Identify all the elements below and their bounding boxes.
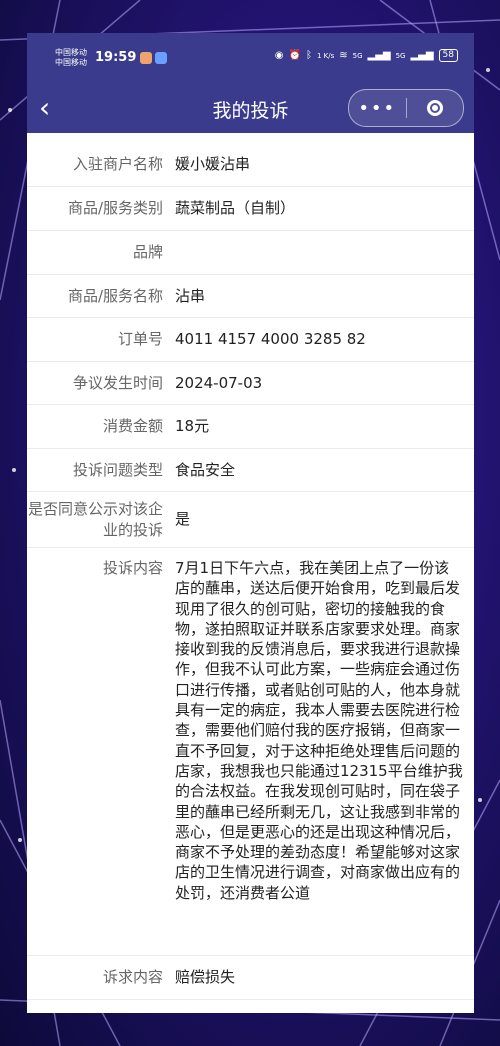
app-notification-icon	[155, 52, 167, 64]
field-label: 商品/服务类别	[67, 199, 163, 217]
signal-bars-icon: ▂▄▆	[410, 50, 434, 61]
notification-icon	[140, 52, 152, 64]
field-label: 商品/服务名称	[67, 286, 163, 305]
field-label: 投诉内容	[102, 559, 163, 577]
eye-icon: ◉	[274, 50, 284, 61]
field-label: 品牌	[132, 243, 163, 261]
field-value: 媛小媛沾串	[175, 155, 251, 173]
field-value: 4011 4157 4000 3285 82	[175, 330, 366, 348]
field-label: 诉求内容	[102, 968, 163, 986]
field-value: 2024-07-03	[175, 373, 263, 392]
nav-bar: ‹ 我的投诉 •••	[27, 83, 474, 133]
field-row-dispute-date: 争议发生时间 2024-07-03	[27, 362, 474, 405]
status-time: 19:59	[95, 50, 137, 65]
close-miniprogram-icon[interactable]	[407, 100, 464, 116]
complaint-details: 入驻商户名称 媛小媛沾串 商品/服务类别 蔬菜制品（自制） 品牌 商品/服务名称…	[27, 143, 474, 1013]
signal-2: 5G	[395, 51, 406, 60]
field-row-category: 商品/服务类别 蔬菜制品（自制）	[27, 187, 474, 231]
more-icon[interactable]: •••	[349, 98, 406, 119]
net-speed: 1 K/s	[316, 51, 335, 60]
status-icons: ◉ ⏰ ᛒ 1 K/s ≋ 5G ▂▄▆ 5G ▂▄▆ 58	[275, 49, 458, 62]
field-value: 18元	[175, 417, 210, 435]
field-label: 是否同意公示对该企业的投诉	[27, 499, 163, 539]
field-value: 沾串	[175, 286, 206, 305]
field-label: 消费金额	[102, 417, 163, 435]
field-row-order-id: 订单号 4011 4157 4000 3285 82	[27, 318, 474, 362]
field-value: 赔偿损失	[175, 968, 236, 986]
field-label: 投诉问题类型	[72, 460, 163, 479]
bluetooth-icon: ᛒ	[305, 50, 312, 61]
phone-screen: 中国移动 中国移动 19:59 ◉ ⏰ ᛒ 1 K/s ≋ 5G ▂▄▆ 5G …	[27, 33, 474, 1013]
field-label: 争议发生时间	[72, 373, 163, 392]
field-value: 蔬菜制品（自制）	[175, 199, 296, 217]
battery-indicator: 58	[438, 49, 458, 62]
field-row-public-consent: 是否同意公示对该企业的投诉 是	[27, 492, 474, 548]
field-label: 订单号	[117, 330, 163, 348]
field-row-merchant: 入驻商户名称 媛小媛沾串	[27, 143, 474, 187]
signal-bars-icon: ▂▄▆	[367, 50, 391, 61]
carrier-info: 中国移动 中国移动	[55, 48, 87, 67]
alarm-icon: ⏰	[288, 50, 301, 61]
miniprogram-capsule: •••	[348, 89, 464, 127]
field-value: 是	[175, 510, 191, 528]
field-row-amount: 消费金额 18元	[27, 405, 474, 449]
field-label: 入驻商户名称	[72, 155, 163, 173]
field-value: 食品安全	[175, 460, 236, 479]
field-row-brand: 品牌	[27, 231, 474, 275]
status-bar: 中国移动 中国移动 19:59 ◉ ⏰ ᛒ 1 K/s ≋ 5G ▂▄▆ 5G …	[27, 33, 474, 83]
field-row-complaint: 投诉内容 7月1日下午六点，我在美团上点了一份该店的蘸串，送达后便开始食用，吃到…	[27, 548, 474, 956]
field-row-product: 商品/服务名称 沾串	[27, 275, 474, 318]
wifi-icon: ≋	[339, 50, 348, 61]
signal-1: 5G	[352, 51, 363, 60]
complaint-text: 7月1日下午六点，我在美团上点了一份该店的蘸串，送达后便开始食用，吃到最后发现用…	[175, 559, 463, 902]
field-row-issue-type: 投诉问题类型 食品安全	[27, 449, 474, 492]
field-row-appeal: 诉求内容 赔偿损失	[27, 956, 474, 1000]
